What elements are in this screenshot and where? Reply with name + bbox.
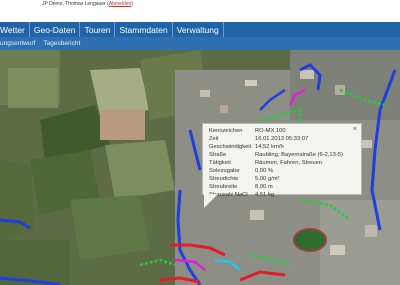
info-row: Streudichte 5,00 g/m² [209, 175, 355, 183]
close-icon[interactable]: × [353, 126, 357, 133]
info-value: 5,00 g/m² [255, 176, 280, 182]
logout-link[interactable]: Abmelden [109, 1, 132, 7]
tab-geo-daten[interactable]: Geo-Daten [30, 22, 81, 37]
info-key: Streudichte [209, 176, 239, 182]
info-row: Straße Raubling, Bayernstraße (6-2,13-5) [209, 151, 355, 159]
header-bar: JP Demo, Thomas Lengauer (Abmelden) [0, 0, 400, 22]
tab-stammdaten[interactable]: Stammdaten [115, 22, 173, 37]
vehicle-info-popup: × Kennzeichen RO-MX 100 Zeit 16.01.2013 05… [202, 123, 362, 198]
info-key: Kennzeichen [209, 128, 243, 134]
subnav-entwurf[interactable]: ungsentwurf [0, 40, 39, 47]
main-nav: Wetter Geo-Daten Touren Stammdaten Verwa… [0, 22, 400, 37]
info-row: Geschwindigkeit 14,52 km/h [209, 143, 355, 151]
info-key: Straße [209, 152, 227, 158]
info-value: 14,52 km/h [255, 144, 284, 150]
info-value: 0,00 % [255, 168, 274, 174]
info-value: RO-MX 100 [255, 128, 286, 134]
sub-nav: ungsentwurf Tagesbericht [0, 37, 400, 50]
info-key: Tätigkeit [209, 160, 231, 166]
user-name: JP Demo, Thomas Lengauer [42, 1, 106, 7]
info-row: Streusalz NaCl 4,51 kg [209, 191, 355, 199]
tab-verwaltung[interactable]: Verwaltung [173, 22, 224, 37]
info-value: 16.01.2013 05:33:07 [255, 136, 309, 142]
info-key: Solezugabe [209, 168, 240, 174]
info-row: Tätigkeit Räumen, Fahren, Streuen [209, 159, 355, 167]
info-key: Zeit [209, 136, 219, 142]
info-value: Raubling, Bayernstraße (6-2,13-5) [255, 152, 343, 158]
tab-touren[interactable]: Touren [80, 22, 116, 37]
info-row: Solezugabe 0,00 % [209, 167, 355, 175]
info-value: 4,51 kg [255, 192, 275, 198]
info-value: Räumen, Fahren, Streuen [255, 160, 323, 166]
info-row: Kennzeichen RO-MX 100 [209, 127, 355, 135]
info-value: 8,00 m [255, 184, 273, 190]
subnav-tagesbericht[interactable]: Tagesbericht [39, 40, 84, 47]
tab-wetter[interactable]: Wetter [0, 22, 30, 37]
user-info: JP Demo, Thomas Lengauer (Abmelden) [42, 1, 133, 7]
paren-close: ) [131, 1, 133, 7]
info-key: Geschwindigkeit [209, 144, 252, 150]
popup-pointer [204, 194, 218, 208]
info-row: Zeit 16.01.2013 05:33:07 [209, 135, 355, 143]
info-row: Streubreite 8,00 m [209, 183, 355, 191]
info-key: Streubreite [209, 184, 238, 190]
